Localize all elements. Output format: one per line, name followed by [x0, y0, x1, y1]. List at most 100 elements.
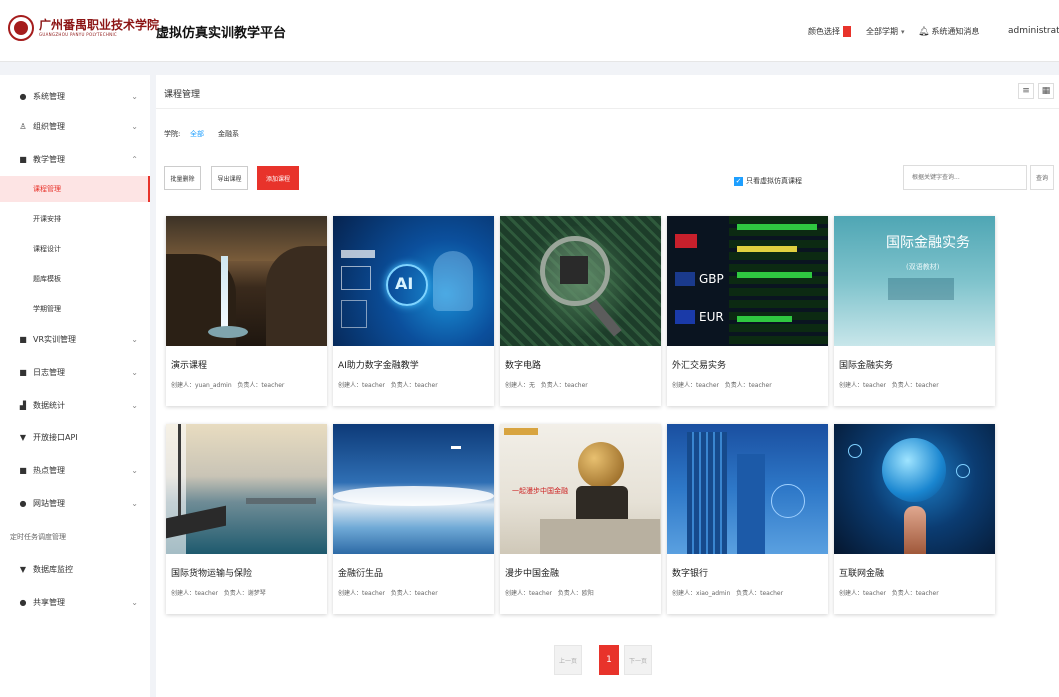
virtual-only-checkbox[interactable]: ✓ 只看虚拟仿真课程: [734, 176, 802, 186]
user-menu[interactable]: administrator: [1008, 26, 1059, 36]
pagination-page-current[interactable]: 1: [599, 645, 619, 675]
chevron-down-icon: ▾: [901, 27, 905, 36]
college-filter-label: 学院:: [164, 130, 181, 138]
course-thumbnail-ai-robot: AI: [333, 216, 494, 346]
top-header: 广州番禺职业技术学院 GUANGZHOU PANYU POLYTECHNIC 虚…: [0, 0, 1059, 62]
sidebar-item-db-monitor[interactable]: ▼ 数据库监控: [0, 556, 150, 582]
platform-title: 虚拟仿真实训教学平台: [156, 26, 287, 41]
course-card[interactable]: 国际货物运输与保险 创建人：teacher 负责人：谢梦琴: [166, 424, 327, 614]
chevron-down-icon: ⌄: [131, 121, 138, 131]
sidebar-subitem-term-management[interactable]: 学期管理: [0, 296, 150, 322]
main-panel: 课程管理 ≡ ▦ 学院: 全部 金融系 批量删除 导出课程 添加课程 ✓ 只看虚…: [156, 75, 1059, 697]
sidebar-item-api[interactable]: ▼ 开放接口API: [0, 424, 150, 450]
add-course-button[interactable]: 添加课程: [257, 166, 299, 190]
chevron-down-icon: ⌄: [131, 334, 138, 344]
course-thumbnail-globe-statue: 一起漫步中国金融: [500, 424, 661, 554]
sidebar-item-share[interactable]: ● 共享管理 ⌄: [0, 589, 150, 615]
course-thumbnail-book: 国际金融实务 (双语教材): [834, 216, 995, 346]
logo-chinese-name: 广州番禺职业技术学院: [39, 18, 160, 32]
course-meta: 创建人：teacher 负责人：谢梦琴: [171, 590, 266, 597]
course-title: 外汇交易实务: [672, 361, 727, 371]
search-button[interactable]: 查询: [1030, 165, 1054, 190]
vr-icon: ■: [19, 334, 27, 344]
chevron-down-icon: ⌄: [131, 367, 138, 377]
course-card[interactable]: GBP EUR 外汇交易实务 创建人：teacher 负责人：teacher: [667, 216, 828, 406]
pagination-next[interactable]: 下一页: [624, 645, 652, 675]
course-meta: 创建人：xiao_admin 负责人：teacher: [672, 590, 784, 597]
sidebar-item-label: 热点管理: [33, 465, 65, 475]
college-logo[interactable]: 广州番禺职业技术学院 GUANGZHOU PANYU POLYTECHNIC: [8, 15, 159, 41]
divider: [156, 108, 1059, 109]
sidebar-item-label: 共享管理: [33, 597, 65, 607]
forex-eur-text: EUR: [699, 310, 724, 324]
course-thumbnail-sky-water: [333, 424, 494, 554]
sidebar-item-org[interactable]: ♙ 组织管理 ⌄: [0, 113, 150, 139]
course-meta: 创建人：teacher 负责人：欧阳: [505, 590, 594, 597]
college-seal-icon: [8, 15, 34, 41]
filter-option-all[interactable]: 全部: [190, 129, 204, 139]
sidebar-item-website[interactable]: ● 网站管理 ⌄: [0, 490, 150, 516]
course-thumbnail-digital-globe: [834, 424, 995, 554]
course-thumbnail-waterfall: [166, 216, 327, 346]
checkbox-checked-icon: ✓: [734, 176, 743, 186]
course-title: 漫步中国金融: [505, 569, 560, 579]
funnel-icon: ▼: [19, 432, 27, 442]
batch-delete-button[interactable]: 批量删除: [164, 166, 201, 190]
course-title: AI助力数字金融教学: [338, 361, 419, 371]
course-meta: 创建人：yuan_admin 负责人：teacher: [171, 382, 285, 389]
notification-link[interactable]: 🔔︎ 系统通知消息: [918, 26, 979, 37]
logo-english-name: GUANGZHOU PANYU POLYTECHNIC: [39, 32, 118, 37]
circle-icon: ●: [19, 91, 27, 101]
sidebar-item-stats[interactable]: ▟ 数据统计 ⌄: [0, 392, 150, 418]
pagination-prev[interactable]: 上一页: [554, 645, 582, 675]
course-card[interactable]: 国际金融实务 (双语教材) 国际金融实务 创建人：teacher 负责人：tea…: [834, 216, 995, 406]
log-icon: ■: [19, 367, 27, 377]
funnel-icon: ▼: [19, 564, 27, 574]
list-view-icon[interactable]: ≡: [1018, 83, 1034, 99]
sidebar-item-label: 网站管理: [33, 498, 65, 508]
sidebar: ● 系统管理 ⌄ ♙ 组织管理 ⌄ ■ 教学管理 ⌃ 课程管理 开课安排 课程设…: [0, 75, 150, 697]
course-card[interactable]: 一起漫步中国金融 漫步中国金融 创建人：teacher 负责人：欧阳: [500, 424, 661, 614]
course-meta: 创建人：teacher 负责人：teacher: [839, 382, 939, 389]
course-card[interactable]: 互联网金融 创建人：teacher 负责人：teacher: [834, 424, 995, 614]
sidebar-item-hot[interactable]: ■ 热点管理 ⌄: [0, 457, 150, 483]
grid-view-icon[interactable]: ▦: [1038, 83, 1054, 99]
statue-overlay-text: 一起漫步中国金融: [512, 487, 568, 495]
sidebar-item-log[interactable]: ■ 日志管理 ⌄: [0, 359, 150, 385]
term-dropdown[interactable]: 全部学期 ▾: [866, 26, 905, 37]
course-card[interactable]: AI AI助力数字金融教学 创建人：teacher 负责人：teacher: [333, 216, 494, 406]
course-title: 数字银行: [672, 569, 709, 579]
course-thumbnail-forex: GBP EUR: [667, 216, 828, 346]
sidebar-subitem-course-design[interactable]: 课程设计: [0, 236, 150, 262]
forex-gbp-text: GBP: [699, 272, 724, 286]
book-icon: ■: [19, 154, 27, 164]
sidebar-item-label: 组织管理: [33, 121, 65, 131]
color-picker[interactable]: 颜色选择: [808, 26, 851, 37]
course-meta: 创建人：teacher 负责人：teacher: [338, 382, 438, 389]
sidebar-subitem-course-management[interactable]: 课程管理: [0, 176, 150, 202]
chevron-down-icon: ⌄: [131, 498, 138, 508]
course-thumbnail-skyscraper: [667, 424, 828, 554]
course-card[interactable]: 数字电路 创建人：无 负责人：teacher: [500, 216, 661, 406]
course-card[interactable]: 金融衍生品 创建人：teacher 负责人：teacher: [333, 424, 494, 614]
notification-label: 系统通知消息: [931, 27, 980, 36]
sidebar-subitem-course-schedule[interactable]: 开课安排: [0, 206, 150, 232]
chevron-down-icon: ⌄: [131, 400, 138, 410]
sidebar-item-vr[interactable]: ■ VR实训管理 ⌄: [0, 326, 150, 352]
sidebar-item-label: 数据统计: [33, 400, 65, 410]
color-picker-label: 颜色选择: [808, 27, 840, 36]
sidebar-item-scheduler[interactable]: 定时任务调度管理: [10, 532, 66, 542]
export-course-button[interactable]: 导出课程: [211, 166, 248, 190]
user-icon: ♙: [19, 121, 27, 131]
chart-icon: ▟: [19, 400, 27, 410]
course-card[interactable]: 演示课程 创建人：yuan_admin 负责人：teacher: [166, 216, 327, 406]
filter-option-finance[interactable]: 金融系: [218, 129, 239, 139]
color-swatch-icon: [843, 26, 851, 37]
sidebar-item-system[interactable]: ● 系统管理 ⌄: [0, 83, 150, 109]
course-card[interactable]: 数字银行 创建人：xiao_admin 负责人：teacher: [667, 424, 828, 614]
search-input[interactable]: [903, 165, 1027, 190]
sidebar-item-teaching[interactable]: ■ 教学管理 ⌃: [0, 146, 150, 172]
sidebar-item-label: 日志管理: [33, 367, 65, 377]
chevron-down-icon: ⌄: [131, 91, 138, 101]
sidebar-subitem-question-template[interactable]: 题库模板: [0, 266, 150, 292]
